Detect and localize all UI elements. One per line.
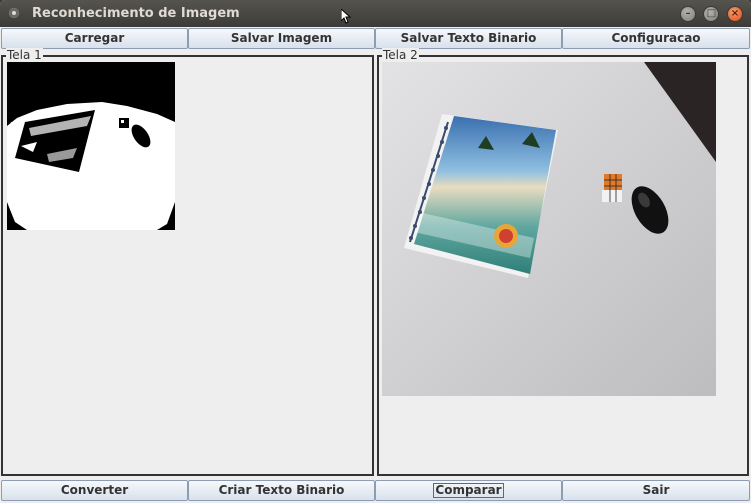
- app-icon: [9, 8, 19, 18]
- binary-image: [7, 62, 175, 230]
- screen-1-title: Tela 1: [6, 48, 43, 62]
- title-bar[interactable]: Reconhecimento de Imagem – □ ×: [0, 0, 751, 27]
- top-toolbar: Carregar Salvar Imagem Salvar Texto Bina…: [0, 28, 751, 49]
- app-window: Reconhecimento de Imagem – □ × Carregar …: [0, 0, 751, 503]
- compare-button[interactable]: Comparar: [375, 480, 562, 501]
- close-icon[interactable]: ×: [727, 6, 743, 22]
- window-title: Reconhecimento de Imagem: [32, 6, 240, 21]
- screen-1-panel: Tela 1: [1, 48, 374, 476]
- settings-button[interactable]: Configuracao: [562, 28, 750, 49]
- load-button[interactable]: Carregar: [1, 28, 188, 49]
- bottom-toolbar: Converter Criar Texto Binario Comparar S…: [0, 480, 751, 501]
- save-image-button[interactable]: Salvar Imagem: [188, 28, 375, 49]
- window-controls: – □ ×: [677, 6, 743, 22]
- minimize-icon[interactable]: –: [679, 6, 696, 22]
- photo-image: [382, 62, 716, 396]
- screen-2-panel: Tela 2: [377, 48, 749, 476]
- screen-2-title: Tela 2: [382, 48, 419, 62]
- create-binary-text-button[interactable]: Criar Texto Binario: [188, 480, 375, 501]
- exit-button[interactable]: Sair: [562, 480, 750, 501]
- maximize-icon[interactable]: □: [703, 6, 720, 22]
- save-binary-text-button[interactable]: Salvar Texto Binario: [375, 28, 562, 49]
- convert-button[interactable]: Converter: [1, 480, 188, 501]
